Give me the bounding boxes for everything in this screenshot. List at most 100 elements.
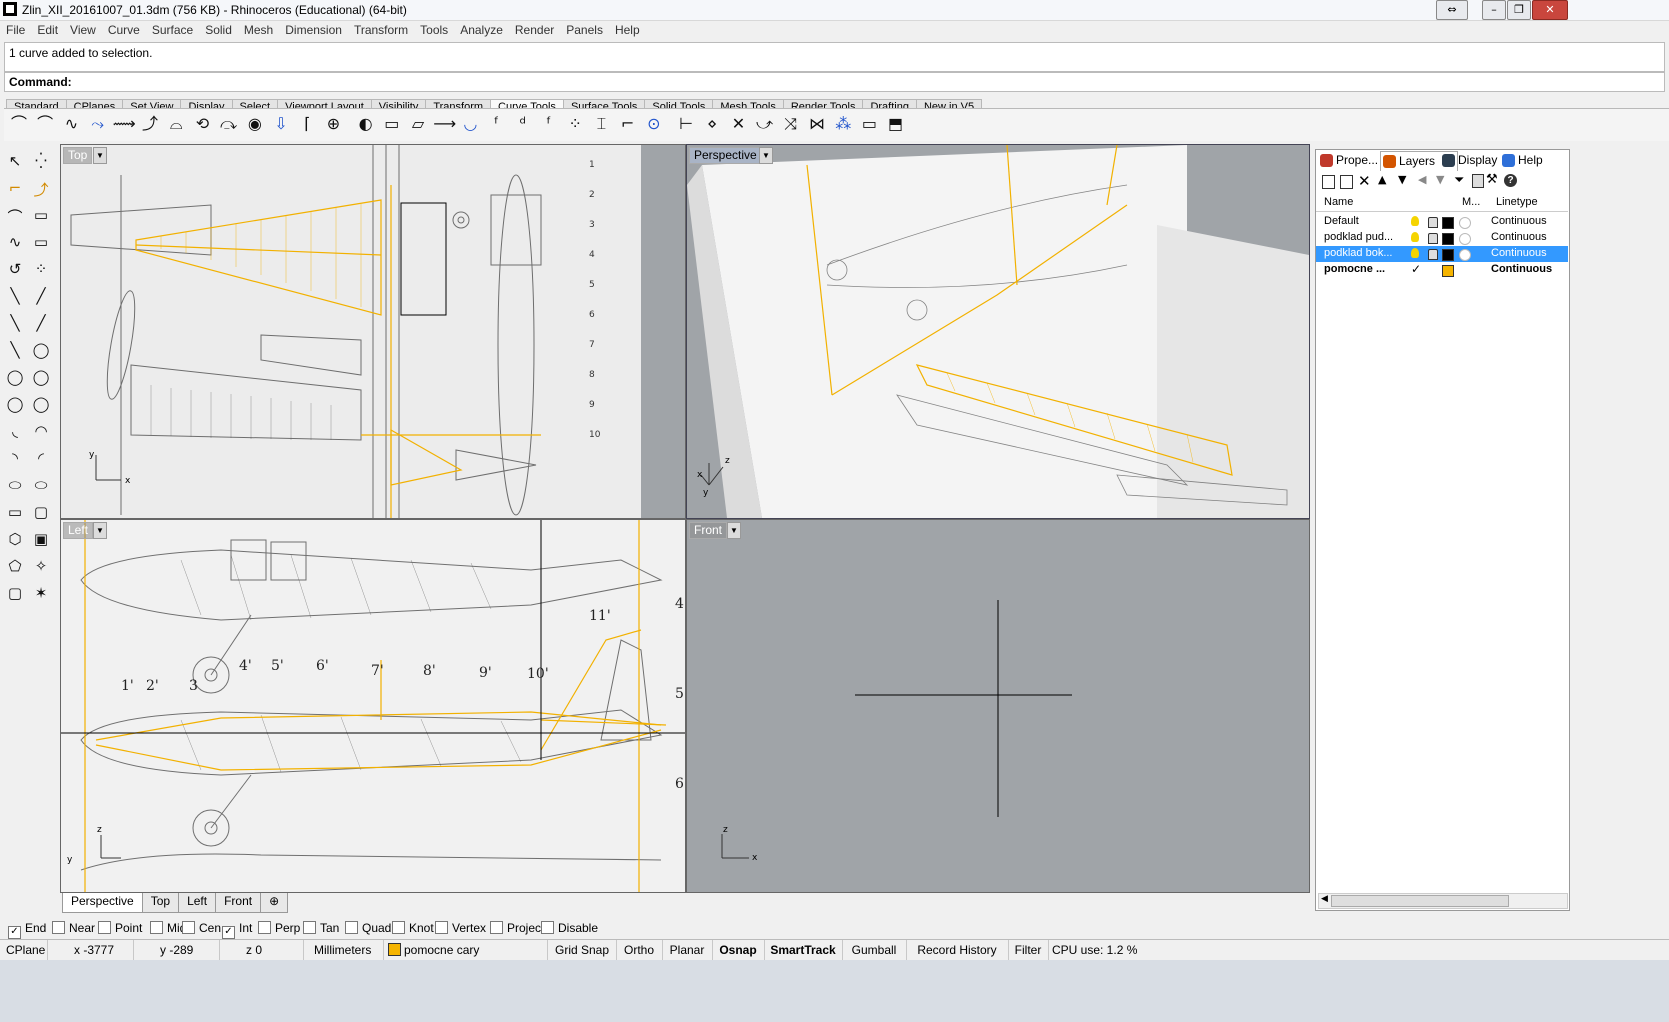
remove-knot-icon[interactable]: ✕ (727, 113, 749, 135)
join-icon[interactable]: ⋈ (806, 113, 828, 135)
scroll-left-icon[interactable]: ◀ (1321, 893, 1328, 904)
menu-render[interactable]: Render (509, 21, 560, 37)
box-alt-icon[interactable]: ▣ (30, 530, 52, 550)
extend-curve-icon[interactable]: ⟶ (433, 113, 456, 135)
cube-icon[interactable]: ▢ (4, 584, 26, 604)
layer-visible-bulb-icon[interactable] (1411, 232, 1419, 242)
dec-icon[interactable]: ᵈ (512, 113, 534, 135)
column-linetype[interactable]: Linetype (1496, 196, 1538, 208)
filter-icon[interactable]: ⏷ (1454, 173, 1464, 188)
make-2d-icon[interactable]: ▭ (381, 113, 403, 135)
viewport-label-left[interactable]: Left (63, 522, 94, 539)
viewport-menu-dropdown-left[interactable]: ▼ (93, 522, 107, 539)
layer-row[interactable]: podklad pud... Continuous (1316, 230, 1568, 246)
points-icon[interactable]: ⁛ (30, 152, 52, 172)
panel-scrollbar[interactable]: ◀ (1318, 893, 1568, 909)
current-layer[interactable]: pomocne cary (384, 940, 548, 960)
viewport-left[interactable]: 1' 2' 3 4' 5' 6' 7' 8' 9' 10' 11' 4 5 6 z y Left ▼ (60, 519, 686, 893)
layer-material-icon[interactable] (1459, 233, 1471, 245)
insert-kink-icon[interactable]: ⌶ (590, 113, 612, 135)
toggle-ortho[interactable]: Ortho (616, 940, 663, 960)
toggle-grid-snap[interactable]: Grid Snap (548, 940, 617, 960)
free-curve-icon[interactable]: ∿ (4, 233, 26, 253)
osnap-checkbox[interactable] (150, 921, 163, 934)
menu-edit[interactable]: Edit (31, 21, 64, 37)
viewport-menu-dropdown-front[interactable]: ▼ (727, 522, 741, 539)
osnap-point[interactable]: Point (98, 921, 142, 935)
new-sublayer-icon[interactable] (1340, 175, 1353, 189)
layer-row[interactable]: podklad bok... Continuous (1316, 246, 1568, 262)
menu-file[interactable]: File (0, 21, 31, 37)
toggle-record-history[interactable]: Record History (906, 940, 1009, 960)
arc-center-icon[interactable]: ◠ (30, 422, 52, 442)
split-icon[interactable]: ⬒ (885, 113, 907, 135)
select-icon[interactable]: ↖ (4, 152, 26, 172)
planar-curves-icon[interactable]: ▱ (407, 113, 429, 135)
arc-tangent-icon[interactable]: ◝ (4, 449, 26, 469)
add-knot-icon[interactable]: ⋄ (701, 113, 723, 135)
menu-panels[interactable]: Panels (560, 21, 609, 37)
viewport-perspective[interactable]: z x y Perspective ▼ (686, 144, 1310, 519)
rect-solid-icon[interactable]: ▭ (4, 503, 26, 523)
osnap-quad[interactable]: Quad (345, 921, 391, 935)
toggle-gumball[interactable]: Gumball (842, 940, 907, 960)
layer-row[interactable]: Default Continuous (1316, 214, 1568, 230)
arc-blend-icon[interactable]: ⌓ (165, 113, 187, 135)
toggle-osnap[interactable]: Osnap (712, 940, 765, 960)
layer-visible-bulb-icon[interactable] (1411, 216, 1419, 226)
line-segments-icon[interactable]: ╲ (4, 314, 26, 334)
cplane-label[interactable]: CPlane (0, 940, 48, 960)
close-button[interactable]: ✕ (1532, 0, 1568, 20)
circle-icon[interactable]: ◯ (30, 341, 52, 361)
layer-row[interactable]: pomocne ... ✓ Continuous (1316, 262, 1568, 278)
blend-curves-icon[interactable]: ∿ (60, 113, 82, 135)
star-icon[interactable]: ✶ (30, 584, 52, 604)
rectangle-center-icon[interactable]: ▭ (30, 233, 52, 253)
menu-mesh[interactable]: Mesh (238, 21, 279, 37)
point-cloud-icon[interactable]: ⁘ (30, 260, 52, 280)
osnap-checkbox[interactable] (303, 921, 316, 934)
circle-point-icon[interactable]: ◯ (4, 368, 26, 388)
tools-icon[interactable]: ⚒ (1486, 172, 1498, 187)
circle-tangent-icon[interactable]: ◯ (30, 368, 52, 388)
sketch-icon[interactable]: ↺ (4, 260, 26, 280)
fillet-corners-icon[interactable]: ⌈ (296, 113, 318, 135)
move-up-icon[interactable]: ▲ (1378, 173, 1386, 186)
osnap-checkbox[interactable] (98, 921, 111, 934)
polyline-curve-icon[interactable]: ⤴ (30, 179, 52, 199)
viewport-label-perspective[interactable]: Perspective (689, 147, 762, 164)
osnap-checkbox[interactable] (541, 921, 554, 934)
control-point-icon[interactable]: ⊙ (643, 113, 665, 135)
curve-icon[interactable]: ⌒ (4, 206, 26, 226)
layer-states-icon[interactable] (1472, 174, 1484, 188)
handle-bar-icon[interactable]: ⊢ (675, 113, 697, 135)
osnap-int[interactable]: ✓ Int (222, 921, 252, 939)
layer-name[interactable]: Default (1324, 215, 1359, 227)
move-out-icon[interactable]: ◀ (1418, 173, 1426, 186)
layer-material-icon[interactable] (1459, 249, 1471, 261)
menu-curve[interactable]: Curve (102, 21, 146, 37)
menu-solid[interactable]: Solid (199, 21, 238, 37)
silhouette-icon[interactable]: ◐ (355, 113, 377, 135)
ellipse-icon[interactable]: ⬭ (4, 476, 26, 496)
curve-sphere-icon[interactable]: ◉ (244, 113, 266, 135)
osnap-checkbox[interactable] (490, 921, 503, 934)
toggle-smarttrack[interactable]: SmartTrack (764, 940, 843, 960)
box-icon[interactable]: ⬡ (4, 530, 26, 550)
osnap-checkbox[interactable] (258, 921, 271, 934)
circle-3pt-icon[interactable]: ◯ (30, 395, 52, 415)
circle-center-icon[interactable]: ◯ (4, 395, 26, 415)
osnap-checkbox[interactable]: ✓ (8, 926, 21, 939)
ellipse-diameter-icon[interactable]: ⬭ (30, 476, 52, 496)
osnap-knot[interactable]: Knot (392, 921, 434, 935)
menu-view[interactable]: View (64, 21, 102, 37)
curve-boolean-icon[interactable]: ⊕ (322, 113, 344, 135)
column-material[interactable]: M... (1462, 196, 1480, 208)
viewport-front[interactable]: z x Front ▼ (686, 519, 1310, 893)
layer-visible-bulb-icon[interactable] (1411, 248, 1419, 258)
move-down-icon[interactable]: ▼ (1398, 173, 1406, 186)
osnap-end[interactable]: ✓ End (8, 921, 46, 939)
menu-transform[interactable]: Transform (348, 21, 414, 37)
chamfer-curves-icon[interactable]: ⌒ (34, 113, 56, 135)
osnap-perp[interactable]: Perp (258, 921, 300, 935)
